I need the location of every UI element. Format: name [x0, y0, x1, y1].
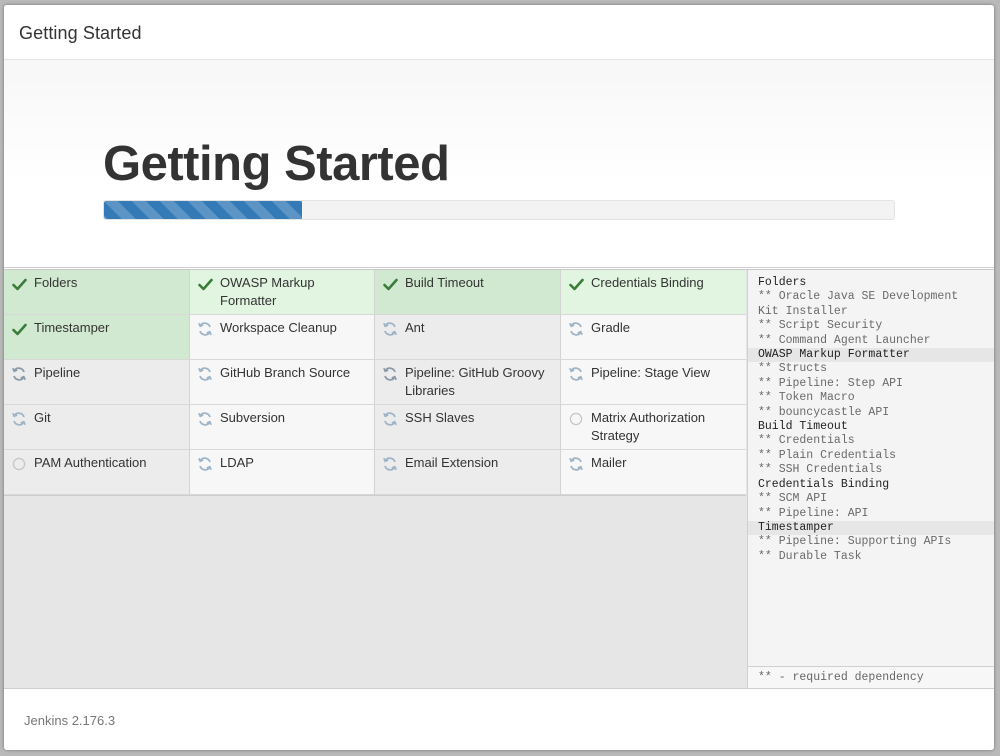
plugin-name: Folders: [34, 275, 78, 290]
circle-icon: [568, 411, 584, 427]
refresh-icon: [568, 321, 584, 337]
log-dependency-line: ** Token Macro: [758, 391, 855, 405]
dependency-legend: ** - required dependency: [748, 666, 994, 689]
refresh-icon: [568, 366, 584, 382]
dialog-footer: Jenkins 2.176.3: [4, 688, 994, 750]
refresh-icon: [197, 456, 213, 472]
checkmark-icon: [197, 276, 213, 292]
plugin-name: Credentials Binding: [591, 275, 704, 290]
dialog-title: Getting Started: [19, 23, 142, 43]
plugin-name: Pipeline: GitHub Groovy Libraries: [405, 365, 545, 398]
checkmark-icon: [382, 276, 398, 292]
log-plugin-line: Build Timeout: [758, 420, 848, 434]
log-dependency-line: ** bouncycastle API: [758, 405, 890, 419]
plugin-list: Folders OWASP Markup Formatter Build Timeo…: [4, 270, 746, 496]
plugin-name: Build Timeout: [405, 275, 484, 290]
circle-icon: [11, 456, 27, 472]
refresh-icon: [11, 411, 27, 427]
checkmark-icon: [568, 276, 584, 292]
plugin-item: Build Timeout: [375, 270, 561, 315]
plugin-item: SSH Slaves: [375, 405, 561, 450]
plugin-item: Pipeline: [4, 360, 190, 405]
plugin-item: Folders: [4, 270, 190, 315]
log-dependency-line: ** Command Agent Launcher: [758, 333, 931, 347]
plugin-name: GitHub Branch Source: [220, 365, 351, 380]
log-dependency-line: ** Plain Credentials: [758, 448, 897, 462]
log-plugin-line: Timestamper: [748, 520, 994, 536]
install-log-panel[interactable]: Folders ** Oracle Java SE Development Kit …: [747, 270, 994, 689]
log-dependency-line: ** Oracle Java SE Development: [758, 290, 959, 304]
plugin-item: Pipeline: Stage View: [561, 360, 746, 405]
log-dependency-line: ** Durable Task: [758, 549, 862, 563]
log-dependency-line: ** Pipeline: Step API: [758, 376, 903, 390]
plugin-item: Matrix Authorization Strategy: [561, 405, 746, 450]
log-dependency-line: ** Script Security: [758, 319, 883, 333]
plugin-item: PAM Authentication: [4, 450, 190, 495]
checkmark-icon: [11, 276, 27, 292]
plugin-name: PAM Authentication: [34, 455, 147, 470]
plugin-item: Email Extension: [375, 450, 561, 495]
dialog-header: Getting Started: [4, 5, 994, 60]
plugin-name: Workspace Cleanup: [220, 320, 337, 335]
plugin-item: Mailer: [561, 450, 746, 495]
log-dependency-line: ** Structs: [758, 362, 828, 376]
page-title: Getting Started: [103, 137, 450, 191]
log-plugin-line: OWASP Markup Formatter: [748, 348, 994, 363]
plugin-item: Ant: [375, 315, 561, 360]
log-dependency-line: Kit Installer: [758, 304, 848, 318]
plugin-name: OWASP Markup Formatter: [220, 275, 315, 308]
refresh-icon: [568, 456, 584, 472]
plugin-item: LDAP: [190, 450, 375, 495]
plugin-name: Pipeline: [34, 365, 81, 380]
refresh-icon: [197, 321, 213, 337]
plugin-name: SSH Slaves: [405, 410, 475, 425]
plugin-name: Timestamper: [34, 320, 110, 335]
log-plugin-line: Credentials Binding: [758, 477, 890, 491]
plugin-name: Mailer: [591, 455, 627, 470]
plugin-name: Git: [34, 410, 51, 425]
refresh-icon: [11, 366, 27, 382]
plugin-item: GitHub Branch Source: [190, 360, 375, 405]
plugin-item: Workspace Cleanup: [190, 315, 375, 360]
plugin-name: Subversion: [220, 410, 286, 425]
log-dependency-line: ** Pipeline: API: [758, 506, 869, 520]
plugin-item: Gradle: [561, 315, 746, 360]
plugin-name: Matrix Authorization Strategy: [591, 410, 706, 443]
plugin-name: Ant: [405, 320, 425, 335]
refresh-icon: [197, 366, 213, 382]
plugin-item: Git: [4, 405, 190, 450]
install-body: Folders OWASP Markup Formatter Build Timeo…: [4, 269, 994, 689]
refresh-icon: [197, 411, 213, 427]
setup-wizard-dialog: Getting Started Getting Started Folders O…: [4, 5, 994, 750]
plugin-name: Pipeline: Stage View: [591, 365, 711, 380]
plugin-name: Email Extension: [405, 455, 499, 470]
log-dependency-line: ** SCM API: [758, 492, 828, 506]
install-progress-bar: [103, 200, 895, 220]
log-dependency-line: ** SSH Credentials: [758, 463, 883, 477]
plugin-item: Timestamper: [4, 315, 190, 360]
install-log: Folders ** Oracle Java SE Development Kit …: [748, 276, 994, 564]
refresh-icon: [382, 411, 398, 427]
checkmark-icon: [11, 321, 27, 337]
hero-panel: Getting Started: [4, 60, 994, 268]
plugin-item: OWASP Markup Formatter: [190, 270, 375, 315]
plugin-item: Pipeline: GitHub Groovy Libraries: [375, 360, 561, 405]
jenkins-version: Jenkins 2.176.3: [24, 713, 116, 728]
log-dependency-line: ** Pipeline: Supporting APIs: [758, 535, 952, 549]
plugin-name: Gradle: [591, 320, 631, 335]
log-dependency-line: ** Credentials: [758, 434, 855, 448]
refresh-icon: [382, 321, 398, 337]
plugin-item: Credentials Binding: [561, 270, 746, 315]
refresh-icon: [382, 456, 398, 472]
install-progress-fill: [104, 201, 302, 219]
plugin-name: LDAP: [220, 455, 254, 470]
plugin-item: Subversion: [190, 405, 375, 450]
log-plugin-line: Folders: [758, 276, 807, 289]
refresh-icon: [382, 366, 398, 382]
